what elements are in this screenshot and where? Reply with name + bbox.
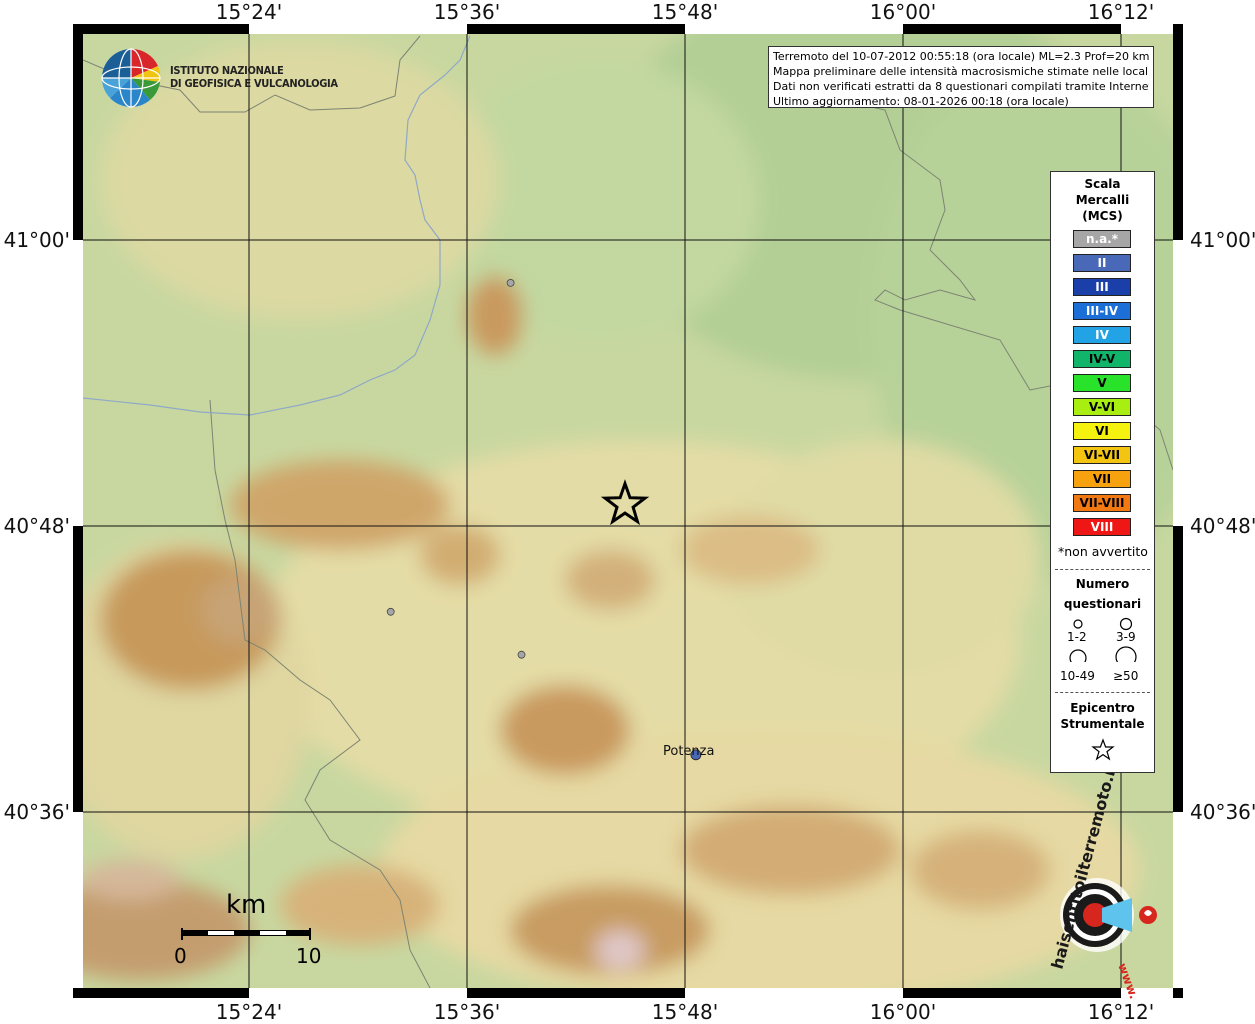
legend-title-line1: Scala bbox=[1084, 177, 1121, 191]
legend-not-felt-note: *non avvertito bbox=[1058, 544, 1148, 559]
legend-title-line2: Mercalli bbox=[1075, 193, 1130, 207]
legend-swatch-vii: VII bbox=[1073, 470, 1131, 488]
legend-separator-1 bbox=[1055, 569, 1150, 570]
count-symbol-50-plus bbox=[1115, 646, 1137, 662]
legend-swatch-vi-vii: VI-VII bbox=[1073, 446, 1131, 464]
legend-count-title-line1: Numero bbox=[1075, 577, 1130, 591]
legend-swatch-iv-v: IV-V bbox=[1073, 350, 1131, 368]
lat-tick-right-2: 40°48' bbox=[1190, 514, 1255, 538]
event-info-line-4: Ultimo aggiornamento: 08-01-2026 00:18 (… bbox=[773, 95, 1069, 108]
intensity-point-1 bbox=[506, 278, 515, 287]
event-info-box: Terremoto del 10-07-2012 00:55:18 (ora l… bbox=[768, 46, 1154, 108]
legend-epicenter-title-line1: Epicentro bbox=[1070, 701, 1135, 715]
lon-tick-bottom-5: 16°12' bbox=[1087, 1000, 1155, 1024]
legend-count-title-line2: questionari bbox=[1063, 597, 1142, 611]
lon-tick-bottom-3: 15°48' bbox=[651, 1000, 719, 1024]
lat-tick-left-3: 40°36' bbox=[3, 800, 70, 824]
place-label-potenza: Potenza bbox=[663, 744, 715, 759]
scale-bar-start: 0 bbox=[174, 944, 187, 968]
legend-title-line3: (MCS) bbox=[1082, 209, 1123, 223]
lon-tick-top-5: 16°12' bbox=[1087, 0, 1155, 24]
count-symbol-3-9 bbox=[1119, 617, 1133, 631]
event-info-line-2: Mappa preliminare delle intensità macros… bbox=[773, 65, 1149, 78]
count-symbol-1-2 bbox=[1073, 619, 1083, 629]
legend-separator-2 bbox=[1055, 692, 1150, 693]
lon-tick-top-3: 15°48' bbox=[651, 0, 719, 24]
lat-tick-right-3: 40°36' bbox=[1190, 800, 1255, 824]
legend-swatch-n-a: n.a.* bbox=[1073, 230, 1131, 248]
lat-tick-left-2: 40°48' bbox=[3, 514, 70, 538]
scale-bar-unit: km bbox=[226, 890, 267, 920]
lon-tick-top-4: 16°00' bbox=[869, 0, 937, 24]
legend-swatch-ii: II bbox=[1073, 254, 1131, 272]
scale-bar-end: 10 bbox=[296, 944, 322, 968]
ingv-name-line1: ISTITUTO NAZIONALE bbox=[170, 64, 284, 77]
lon-tick-bottom-1: 15°24' bbox=[215, 1000, 283, 1024]
lon-tick-bottom-4: 16°00' bbox=[869, 1000, 937, 1024]
count-label-1: 1-2 bbox=[1067, 630, 1087, 644]
ingv-name-line2: DI GEOFISICA E VULCANOLOGIA bbox=[170, 77, 338, 90]
legend: Scala Mercalli (MCS) n.a.* II III III-IV IV I… bbox=[1050, 171, 1155, 773]
count-label-4: ≥50 bbox=[1113, 669, 1139, 683]
legend-swatch-vi: VI bbox=[1073, 422, 1131, 440]
legend-swatch-iii: III bbox=[1073, 278, 1131, 296]
lon-tick-top-1: 15°24' bbox=[215, 0, 283, 24]
legend-swatch-iv: IV bbox=[1073, 326, 1131, 344]
legend-star-icon bbox=[1091, 738, 1115, 761]
legend-swatch-v: V bbox=[1073, 374, 1131, 392]
lon-tick-bottom-2: 15°36' bbox=[433, 1000, 501, 1024]
intensity-point-2 bbox=[386, 607, 395, 616]
legend-epicenter-title-line2: Strumentale bbox=[1060, 717, 1145, 731]
event-info-line-3: Dati non verificati estratti da 8 questi… bbox=[773, 80, 1149, 93]
legend-swatch-vii-viii: VII-VIII bbox=[1073, 494, 1131, 512]
globe-logo-icon bbox=[101, 48, 161, 108]
lat-tick-right-1: 41°00' bbox=[1190, 228, 1255, 252]
legend-swatch-viii: VIII bbox=[1073, 518, 1131, 536]
count-label-2: 3-9 bbox=[1116, 630, 1136, 644]
ingv-logo-text: ISTITUTO NAZIONALE DI GEOFISICA E VULCAN… bbox=[170, 64, 338, 90]
event-info-line-1: Terremoto del 10-07-2012 00:55:18 (ora l… bbox=[773, 50, 1149, 63]
legend-swatch-v-vi: V-VI bbox=[1073, 398, 1131, 416]
lat-tick-left-1: 41°00' bbox=[3, 228, 70, 252]
lon-tick-top-2: 15°36' bbox=[433, 0, 501, 24]
count-label-3: 10-49 bbox=[1060, 669, 1095, 683]
legend-swatch-iii-iv: III-IV bbox=[1073, 302, 1131, 320]
intensity-point-3 bbox=[517, 650, 526, 659]
count-symbol-10-49 bbox=[1069, 649, 1087, 662]
